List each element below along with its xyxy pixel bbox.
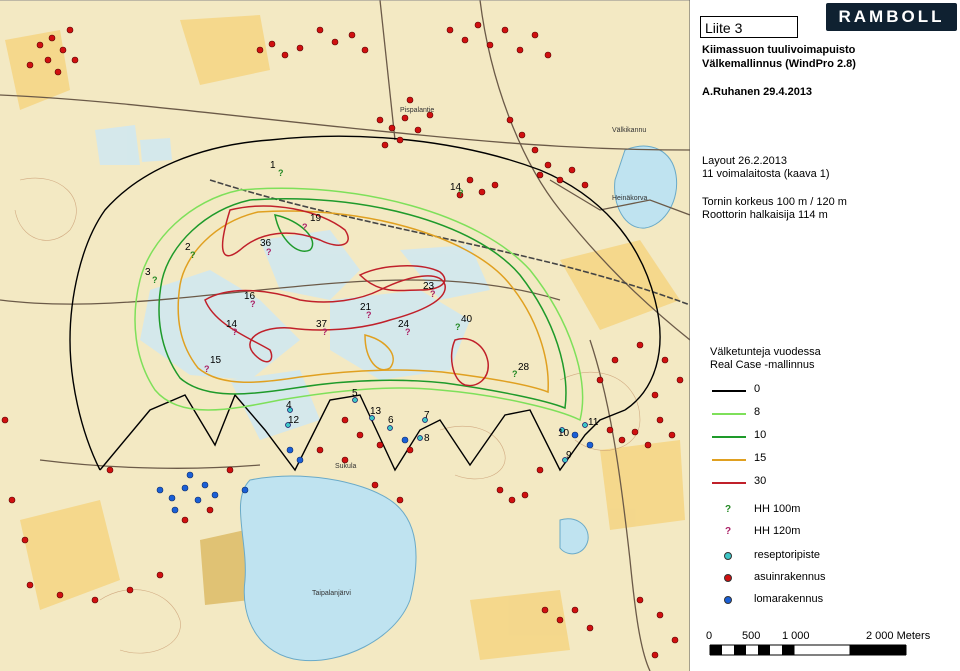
legend-building-label: asuinrakennus bbox=[754, 571, 826, 583]
legend-turbine-label: HH 100m bbox=[754, 503, 801, 515]
receptor-label: 11 bbox=[588, 417, 599, 428]
turbine-label: 1 bbox=[270, 160, 276, 171]
shadow-flicker-map: 1 2 3 14 19 36 16 23 21 37 24 40 14 15 2… bbox=[0, 0, 690, 671]
legend-line-swatch bbox=[712, 482, 746, 484]
legend-turbine-label: HH 120m bbox=[754, 525, 801, 537]
receptor-label: 4 bbox=[286, 400, 292, 411]
scale-label: 500 bbox=[742, 630, 761, 642]
svg-text:?: ? bbox=[302, 222, 308, 232]
svg-text:?: ? bbox=[278, 168, 284, 178]
svg-text:?: ? bbox=[250, 299, 256, 309]
point-icon bbox=[724, 552, 732, 560]
legend-line-label: 0 bbox=[754, 383, 761, 395]
svg-text:?: ? bbox=[266, 247, 272, 257]
legend-line-swatch bbox=[712, 390, 746, 392]
legend-subtitle: Real Case -mallinnus bbox=[710, 359, 815, 371]
legend-building-label: lomarakennus bbox=[754, 593, 824, 605]
turbine-label: 3 bbox=[145, 267, 151, 278]
scale-label: 2 000 Meters bbox=[866, 630, 931, 642]
ramboll-logo: RAMBOLL bbox=[826, 3, 957, 31]
legend-line-swatch bbox=[712, 436, 746, 438]
point-icon bbox=[724, 596, 732, 604]
turbine-icon: ? bbox=[724, 504, 732, 515]
legend-line-label: 15 bbox=[754, 452, 767, 464]
turbine-label: 15 bbox=[210, 355, 222, 366]
legend-line-label: 30 bbox=[754, 475, 767, 487]
svg-text:?: ? bbox=[430, 289, 436, 299]
tower-height: Tornin korkeus 100 m / 120 m bbox=[702, 196, 847, 208]
author-date: A.Ruhanen 29.4.2013 bbox=[702, 86, 813, 98]
legend-line-swatch bbox=[712, 459, 746, 461]
receptor-label: 12 bbox=[288, 415, 300, 426]
point-icon bbox=[724, 574, 732, 582]
turbine-label: 19 bbox=[310, 213, 322, 224]
turbine-label: 40 bbox=[461, 314, 473, 325]
rotor-diameter: Roottorin halkaisija 114 m bbox=[702, 209, 828, 221]
legend-line-label: 10 bbox=[754, 429, 767, 441]
legend-title: Välketunteja vuodessa bbox=[710, 346, 821, 358]
svg-text:?: ? bbox=[232, 327, 238, 337]
turbine-icon: ? bbox=[724, 526, 732, 537]
receptor-label: 10 bbox=[558, 428, 570, 439]
layout-date: Layout 26.2.2013 bbox=[702, 155, 788, 167]
place-name: Pispalantie bbox=[400, 107, 434, 114]
turbine-label: 28 bbox=[518, 362, 530, 373]
svg-text:?: ? bbox=[455, 322, 461, 332]
place-name: Sukula bbox=[335, 463, 357, 470]
legend-building-label: reseptoripiste bbox=[754, 549, 821, 561]
svg-text:?: ? bbox=[458, 188, 464, 198]
scale-label: 1 000 bbox=[782, 630, 810, 642]
svg-text:?: ? bbox=[152, 275, 158, 285]
project-title: Kiimassuon tuulivoimapuisto bbox=[702, 44, 856, 56]
scale-label: 0 bbox=[706, 630, 713, 642]
receptor-label: 9 bbox=[566, 450, 572, 461]
svg-text:?: ? bbox=[204, 364, 210, 374]
legend-line-swatch bbox=[712, 413, 746, 415]
legend-panel: Liite 3 RAMBOLL Kiimassuon tuulivoimapui… bbox=[690, 0, 960, 671]
scale-bar bbox=[709, 644, 907, 656]
svg-text:?: ? bbox=[512, 369, 518, 379]
svg-text:?: ? bbox=[190, 250, 196, 260]
place-name: Taipalanjärvi bbox=[312, 590, 351, 597]
svg-text:?: ? bbox=[322, 327, 328, 337]
receptor-label: 6 bbox=[388, 415, 394, 426]
appendix-label: Liite 3 bbox=[700, 16, 798, 38]
place-name: Heinäkorva bbox=[612, 195, 648, 202]
receptor-label: 8 bbox=[424, 433, 430, 444]
svg-text:?: ? bbox=[405, 327, 411, 337]
receptor-label: 13 bbox=[370, 406, 382, 417]
receptor-label: 7 bbox=[424, 410, 430, 421]
model-title: Välkemallinnus (WindPro 2.8) bbox=[702, 58, 856, 70]
layout-description: 11 voimalaitosta (kaava 1) bbox=[702, 168, 830, 180]
place-name: Välkikannu bbox=[612, 127, 646, 134]
receptor-label: 5 bbox=[352, 388, 358, 399]
svg-text:?: ? bbox=[366, 310, 372, 320]
legend-line-label: 8 bbox=[754, 406, 761, 418]
